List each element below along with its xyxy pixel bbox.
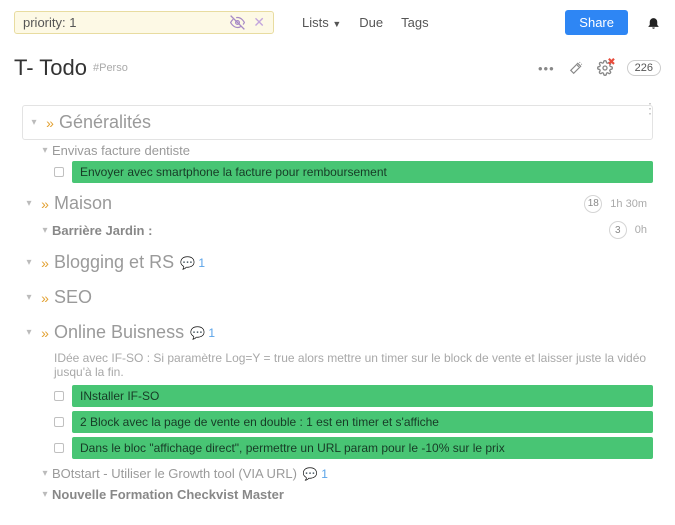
section-generalites[interactable]: ▾ » Généralités xyxy=(22,105,653,140)
comment-icon[interactable]: 💬 1 xyxy=(180,256,205,270)
caret-down-icon[interactable]: ▾ xyxy=(22,292,36,303)
item-label: Envivas facture dentiste xyxy=(52,143,190,158)
task-label: Envoyer avec smartphone la facture pour … xyxy=(72,161,653,183)
chevrons-icon: » xyxy=(36,326,54,340)
section-title: Blogging et RS xyxy=(54,252,174,273)
caret-down-icon: ▼ xyxy=(332,19,341,29)
caret-down-icon[interactable]: ▾ xyxy=(27,117,41,128)
share-button[interactable]: Share xyxy=(565,10,628,35)
magic-wand-icon[interactable] xyxy=(569,61,583,75)
caret-down-icon[interactable]: ▾ xyxy=(38,145,52,156)
caret-down-icon[interactable]: ▾ xyxy=(38,225,52,236)
task-label: 2 Block avec la page de vente en double … xyxy=(72,411,653,433)
count-badge[interactable]: 226 xyxy=(627,60,661,76)
header-actions: ••• ✖ 226 xyxy=(538,60,661,76)
item-description: IDée avec IF-SO : Si paramètre Log=Y = t… xyxy=(22,347,653,385)
chevrons-icon: » xyxy=(36,291,54,305)
chevrons-icon: » xyxy=(36,256,54,270)
caret-down-icon[interactable]: ▾ xyxy=(22,198,36,209)
section-seo[interactable]: ▾ » SEO xyxy=(22,283,653,312)
section-online-business[interactable]: ▾ » Online Buisness 💬 1 xyxy=(22,318,653,347)
checkbox[interactable] xyxy=(54,167,64,177)
clear-search-icon[interactable]: ✕ xyxy=(253,15,265,30)
task-label: INstaller IF-SO xyxy=(72,385,653,407)
list-item[interactable]: ▾ Barrière Jardin : 3 0h xyxy=(22,218,653,242)
top-bar: ✕ Lists ▼ Due Tags Share xyxy=(0,0,675,45)
comment-icon[interactable]: 💬 1 xyxy=(303,467,328,481)
section-title: SEO xyxy=(54,287,92,308)
caret-down-icon[interactable]: ▾ xyxy=(22,257,36,268)
section-meta: 18 1h 30m xyxy=(584,195,653,213)
top-nav: Lists ▼ Due Tags xyxy=(302,15,429,30)
section-maison[interactable]: ▾ » Maison 18 1h 30m xyxy=(22,189,653,218)
caret-down-icon[interactable]: ▾ xyxy=(38,468,52,479)
checkbox[interactable] xyxy=(54,391,64,401)
task-label: Dans le bloc "affichage direct", permett… xyxy=(72,437,653,459)
caret-down-icon[interactable]: ▾ xyxy=(22,327,36,338)
chevrons-icon: » xyxy=(36,197,54,211)
search-input[interactable] xyxy=(23,15,223,30)
column-menu-icon[interactable]: ⋮ xyxy=(643,106,657,112)
chevrons-icon: » xyxy=(41,116,59,130)
list-item[interactable]: ▾ Nouvelle Formation Checkvist Master xyxy=(22,484,653,505)
item-label: Barrière Jardin : xyxy=(52,223,152,238)
comment-icon[interactable]: 💬 1 xyxy=(190,326,215,340)
time-label: 0h xyxy=(635,224,647,236)
task-row[interactable]: Dans le bloc "affichage direct", permett… xyxy=(54,437,653,459)
page-tag[interactable]: #Perso xyxy=(93,62,128,74)
item-label: BOtstart - Utiliser le Growth tool (VIA … xyxy=(52,466,297,481)
nav-due[interactable]: Due xyxy=(359,15,383,30)
task-row[interactable]: 2 Block avec la page de vente en double … xyxy=(54,411,653,433)
notifications-icon[interactable] xyxy=(646,15,661,30)
search-box[interactable]: ✕ xyxy=(14,11,274,34)
section-title: Maison xyxy=(54,193,112,214)
task-row[interactable]: INstaller IF-SO xyxy=(54,385,653,407)
content: ▾ » Généralités ▾ Envivas facture dentis… xyxy=(0,105,675,525)
task-row[interactable]: Envoyer avec smartphone la facture pour … xyxy=(54,161,653,183)
count-badge: 3 xyxy=(609,221,627,239)
list-item[interactable]: ▾ Envivas facture dentiste xyxy=(22,140,653,161)
time-label: 1h 30m xyxy=(610,198,647,210)
item-meta: 3 0h xyxy=(609,221,653,239)
settings-icon[interactable]: ✖ xyxy=(597,60,613,76)
list-item[interactable]: ▾ BOtstart - Utiliser le Growth tool (VI… xyxy=(22,463,653,484)
more-menu-icon[interactable]: ••• xyxy=(538,61,555,76)
page-header: T- Todo #Perso ••• ✖ 226 xyxy=(0,45,675,99)
page-title: T- Todo xyxy=(14,55,87,81)
search-actions: ✕ xyxy=(230,15,265,30)
nav-tags[interactable]: Tags xyxy=(401,15,428,30)
visibility-off-icon[interactable] xyxy=(230,15,245,30)
section-title: Online Buisness xyxy=(54,322,184,343)
checkbox[interactable] xyxy=(54,443,64,453)
checkbox[interactable] xyxy=(54,417,64,427)
section-title: Généralités xyxy=(59,112,151,133)
section-blogging[interactable]: ▾ » Blogging et RS 💬 1 xyxy=(22,248,653,277)
caret-down-icon[interactable]: ▾ xyxy=(38,489,52,500)
count-badge: 18 xyxy=(584,195,602,213)
nav-lists[interactable]: Lists ▼ xyxy=(302,15,341,30)
